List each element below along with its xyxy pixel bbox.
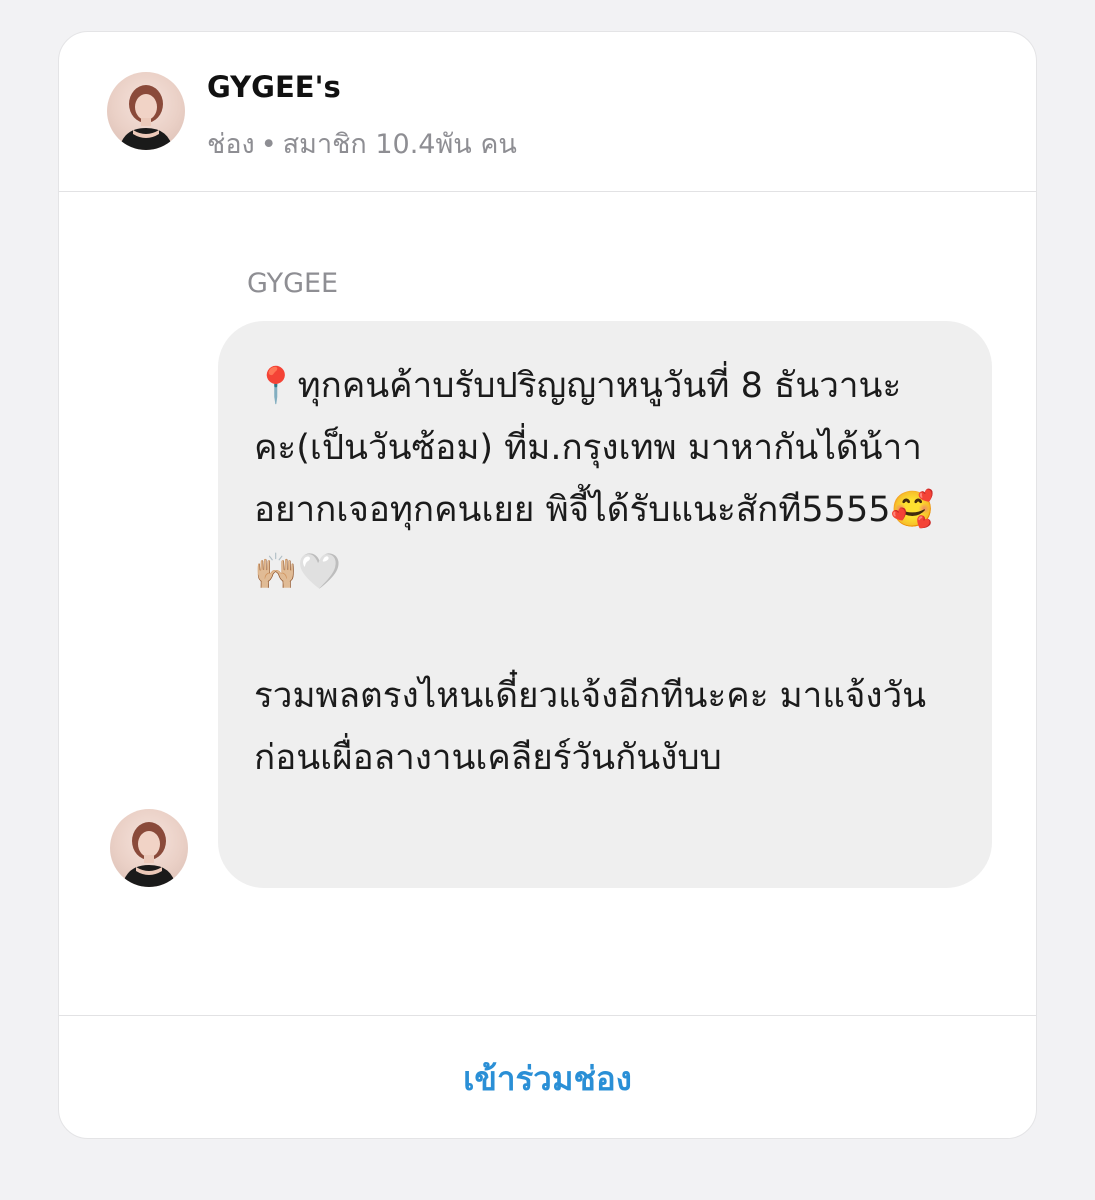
- sender-avatar[interactable]: [110, 809, 188, 887]
- channel-meta: ช่อง • สมาชิก 10.4พัน คน: [207, 122, 517, 165]
- channel-preview-card: GYGEE's ช่อง • สมาชิก 10.4พัน คน GYGEE 📍ทุ…: [58, 31, 1037, 1139]
- meta-separator: •: [260, 129, 277, 160]
- channel-name: GYGEE's: [207, 70, 341, 104]
- channel-avatar: [107, 72, 185, 150]
- join-channel-button[interactable]: เข้าร่วมช่อง: [59, 1016, 1036, 1138]
- channel-header[interactable]: GYGEE's ช่อง • สมาชิก 10.4พัน คน: [59, 32, 1036, 192]
- channel-type-label: ช่อง: [207, 129, 255, 160]
- header-divider: [59, 191, 1036, 192]
- message-bubble[interactable]: 📍ทุกคนค้าบรับปริญญาหนูวันที่ 8 ธันวานะคะ…: [218, 321, 992, 888]
- message-sender-name: GYGEE: [247, 268, 339, 299]
- member-count: สมาชิก 10.4พัน คน: [282, 129, 517, 160]
- message-text: 📍ทุกคนค้าบรับปริญญาหนูวันที่ 8 ธันวานะคะ…: [254, 366, 935, 778]
